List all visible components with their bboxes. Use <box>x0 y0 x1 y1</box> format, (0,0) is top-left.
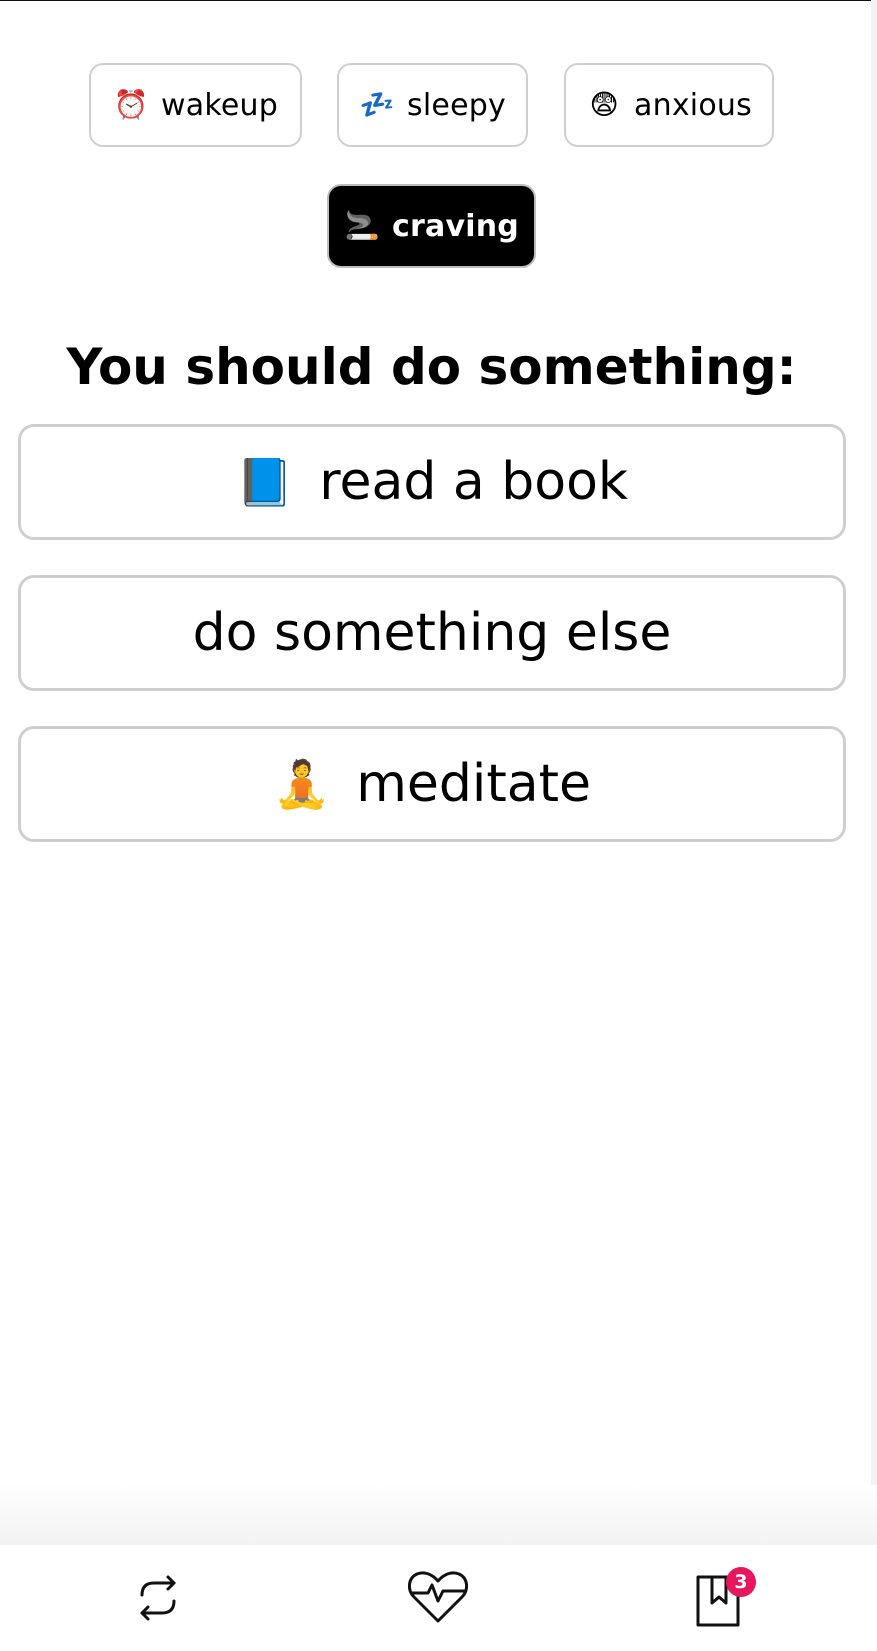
mood-chip-label: anxious <box>634 87 752 123</box>
mood-chip-anxious[interactable]: 😨 anxious <box>564 63 774 147</box>
suggestion-read-a-book-button[interactable]: 📘 read a book <box>18 424 846 540</box>
alarm-clock-icon: ⏰ <box>113 88 149 121</box>
bottom-nav: 3 <box>0 1545 877 1651</box>
repeat-icon <box>140 1575 176 1621</box>
mood-chip-craving[interactable]: 🚬 craving <box>327 184 536 268</box>
app-screen: ⏰ wakeup 💤 sleepy 😨 anxious 🚬 craving Yo… <box>0 0 877 1651</box>
page-title: You should do something: <box>66 338 797 396</box>
mood-chip-wakeup[interactable]: ⏰ wakeup <box>89 63 302 147</box>
heart-pulse-icon <box>408 1571 468 1623</box>
top-divider <box>0 0 877 1</box>
mood-chip-label: craving <box>392 208 519 244</box>
suggestion-meditate-button[interactable]: 🧘 meditate <box>18 726 846 842</box>
suggestion-label: read a book <box>319 452 629 512</box>
suggestion-do-something-else-button[interactable]: do something else <box>18 575 846 691</box>
bottom-nav-shadow <box>0 1485 877 1545</box>
fearful-face-icon: 😨 <box>589 88 619 121</box>
scrollbar-track[interactable] <box>871 0 877 1585</box>
suggestion-label: meditate <box>356 754 592 814</box>
notification-badge: 3 <box>726 1567 756 1597</box>
mood-chip-sleepy[interactable]: 💤 sleepy <box>337 63 528 147</box>
nav-repeat-button[interactable] <box>108 1545 208 1651</box>
blue-book-icon: 📘 <box>235 455 294 509</box>
mood-chip-label: wakeup <box>161 87 278 123</box>
cigarette-icon: 🚬 <box>344 209 380 242</box>
person-in-lotus-position-icon: 🧘 <box>272 757 331 811</box>
nav-health-button[interactable] <box>388 1545 488 1651</box>
mood-chip-label: sleepy <box>407 87 506 123</box>
zzz-icon: 💤 <box>359 88 395 121</box>
suggestion-label: do something else <box>192 603 672 663</box>
nav-bookmark-button[interactable]: 3 <box>670 1545 770 1651</box>
